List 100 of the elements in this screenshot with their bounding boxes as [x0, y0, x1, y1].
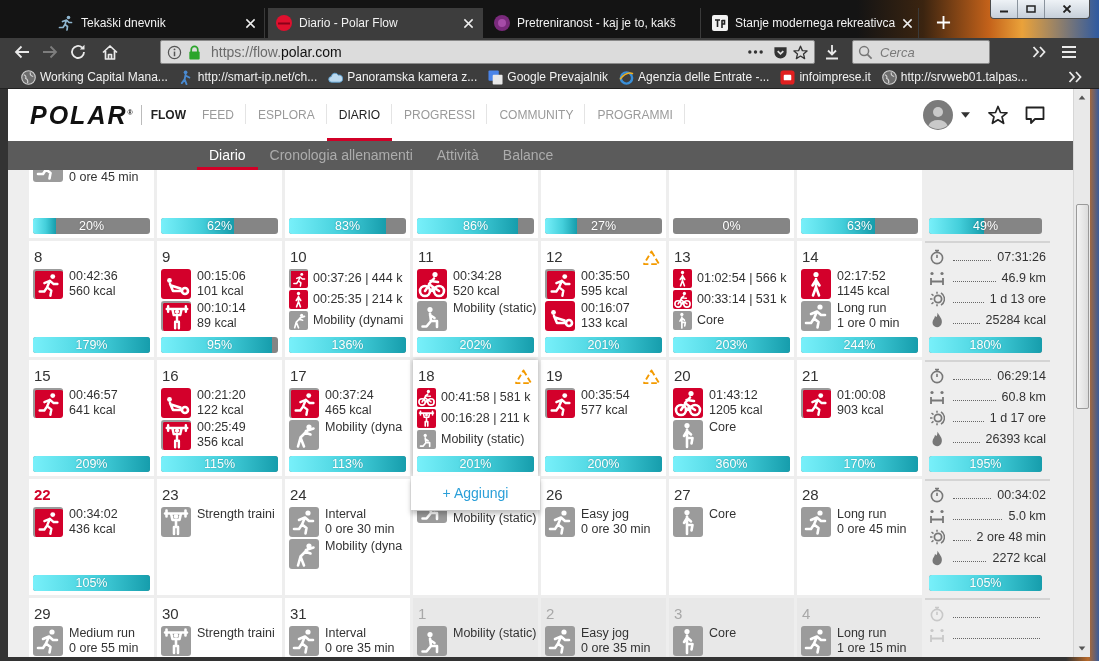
star-icon[interactable] — [793, 44, 808, 60]
runner-icon[interactable] — [545, 507, 575, 537]
bookmark-item[interactable]: infoimprese.it — [777, 69, 874, 85]
reload-icon[interactable] — [70, 44, 86, 60]
activity-icon[interactable] — [33, 170, 63, 182]
address-bar[interactable]: https://flow.polar.com — [160, 40, 815, 64]
back-arrow-icon[interactable] — [14, 44, 30, 60]
close-icon[interactable] — [463, 17, 474, 29]
download-icon[interactable] — [824, 44, 840, 60]
day-cell[interactable]: 2 Easy jog 0 ore 35 min — [541, 598, 666, 657]
knee-raise-figure-icon[interactable] — [673, 626, 703, 656]
knee-raise-figure-icon[interactable] — [673, 507, 703, 537]
runner-icon[interactable] — [289, 269, 308, 288]
runner-icon[interactable] — [33, 507, 63, 537]
close-icon[interactable] — [902, 17, 914, 29]
minimize-button[interactable] — [991, 0, 1017, 18]
runner-icon[interactable] — [801, 507, 831, 537]
runner-icon[interactable] — [33, 269, 63, 299]
avatar-icon[interactable] — [923, 100, 953, 130]
seated-figure-icon[interactable] — [161, 388, 191, 418]
bookmark-item[interactable]: Google Prevajalnik — [485, 69, 612, 85]
url-text[interactable]: https://flow.polar.com — [211, 44, 342, 60]
stretching-figure-icon[interactable] — [289, 420, 319, 450]
menu-icon[interactable] — [1061, 44, 1077, 60]
runner-icon[interactable] — [33, 388, 63, 418]
day-cell[interactable]: 0 ore 45 min 20% — [29, 170, 154, 238]
bookmark-item[interactable]: Working Capital Mana... — [18, 69, 171, 85]
scrollbar[interactable] — [1073, 89, 1090, 657]
runner-icon[interactable] — [801, 626, 831, 656]
close-button[interactable] — [1044, 0, 1089, 18]
site-logo[interactable]: POLAR$^{®}$ — [30, 100, 133, 130]
runner-icon[interactable] — [289, 507, 319, 537]
seated-figure-icon[interactable] — [545, 301, 575, 331]
knee-raise-figure-icon[interactable] — [673, 311, 692, 330]
more-icon[interactable] — [747, 49, 764, 55]
weightlifter-icon[interactable] — [161, 626, 191, 656]
day-cell[interactable]: 30 Strength traini — [157, 598, 282, 657]
day-cell[interactable]: 24 Interval 0 ore 30 min Mobility (dyna — [285, 479, 410, 595]
maximize-button[interactable] — [1017, 0, 1044, 18]
lunge-figure-icon[interactable] — [417, 301, 447, 331]
day-cell[interactable]: 31 Interval 0 ore 35 min — [285, 598, 410, 657]
day-cell[interactable]: 12 00:35:50 595 kcal 00:16:07 133 kcal 201% — [541, 241, 666, 357]
day-cell[interactable]: 13 01:02:54 | 566 k 00:33:14 | 531 k Core 203% — [669, 241, 794, 357]
bookmark-item[interactable]: Panoramska kamera z... — [325, 69, 481, 85]
runner-icon[interactable] — [33, 626, 63, 656]
day-cell[interactable]: 4 Long run 1 ore 15 min — [797, 598, 922, 657]
cyclist-icon[interactable] — [673, 388, 703, 418]
day-cell[interactable]: 19 00:35:54 577 kcal 200% — [541, 360, 666, 476]
walker-icon[interactable] — [289, 290, 308, 309]
bookmark-item[interactable]: http://smart-ip.net/ch... — [175, 69, 321, 85]
runner-icon[interactable] — [801, 301, 831, 331]
close-icon[interactable] — [245, 17, 256, 29]
caret-icon[interactable] — [961, 112, 970, 118]
lunge-figure-icon[interactable] — [417, 430, 436, 449]
lunge-figure-icon[interactable] — [417, 626, 447, 656]
day-cell[interactable]: 15 00:46:57 641 kcal 209% — [29, 360, 154, 476]
stretching-figure-icon[interactable] — [289, 311, 308, 330]
bookmark-item[interactable]: Agenzia delle Entrate -... — [616, 69, 773, 85]
day-cell[interactable]: 14 02:17:52 1145 kcal Long run 1 ore 0 min 244% — [797, 241, 922, 357]
runner-icon[interactable] — [545, 388, 575, 418]
day-cell[interactable]: 17 00:37:24 465 kcal Mobility (dyna 113% — [285, 360, 410, 476]
day-cell[interactable]: 28 Long run 0 ore 45 min — [797, 479, 922, 595]
speech-bubble-icon[interactable] — [1025, 105, 1045, 125]
runner-icon[interactable] — [801, 388, 831, 418]
stretching-figure-icon[interactable] — [289, 539, 319, 569]
seated-figure-icon[interactable] — [161, 269, 191, 299]
runner-icon[interactable] — [545, 626, 575, 656]
cyclist-icon[interactable] — [417, 388, 436, 407]
day-cell[interactable]: 22 00:34:02 436 kcal 105% — [29, 479, 154, 595]
plus-icon[interactable] — [936, 14, 951, 30]
day-cell[interactable]: 16 00:21:20 122 kcal 00:25:49 356 kcal 115% — [157, 360, 282, 476]
bookmark-item[interactable]: http://srvweb01.talpas... — [878, 69, 1031, 85]
walker-icon[interactable] — [673, 269, 692, 288]
weightlifter-icon[interactable] — [161, 420, 191, 450]
home-icon[interactable] — [102, 44, 118, 60]
runner-icon[interactable] — [289, 388, 319, 418]
runner-icon[interactable] — [289, 626, 319, 656]
day-cell[interactable]: 11 00:34:28 520 kcal Mobility (static) 202% — [413, 241, 538, 357]
weightlifter-icon[interactable] — [161, 301, 191, 331]
cyclist-icon[interactable] — [417, 269, 447, 299]
day-cell[interactable]: 0% — [669, 170, 794, 238]
activity-icon[interactable] — [417, 511, 447, 523]
info-icon[interactable] — [167, 44, 182, 60]
day-cell[interactable]: 29 Medium run 0 ore 55 min — [29, 598, 154, 657]
day-cell[interactable]: 9 00:15:06 101 kcal 00:10:14 89 kcal 95% — [157, 241, 282, 357]
runner-icon[interactable] — [545, 269, 575, 299]
day-cell[interactable]: 27% — [541, 170, 666, 238]
knee-raise-figure-icon[interactable] — [673, 420, 703, 450]
walker-icon[interactable] — [801, 269, 831, 299]
day-cell[interactable]: 10 00:37:26 | 444 k 00:25:35 | 214 k Mobility (dynami 136% — [285, 241, 410, 357]
cyclist-icon[interactable] — [673, 290, 692, 309]
day-cell[interactable]: 3 Core — [669, 598, 794, 657]
day-cell[interactable]: 26 Easy jog 0 ore 30 min — [541, 479, 666, 595]
search-field[interactable]: Cerca — [852, 40, 990, 64]
browser-tab[interactable]: Diario - Polar Flow — [268, 8, 483, 38]
double-chevron-icon[interactable] — [1067, 69, 1083, 85]
scrollbar-thumb[interactable] — [1075, 204, 1089, 409]
day-cell[interactable]: 20 01:43:12 1205 kcal Core 360% — [669, 360, 794, 476]
day-cell[interactable]: 23 Strength traini — [157, 479, 282, 595]
day-cell[interactable]: 1 Mobility (static) — [413, 598, 538, 657]
